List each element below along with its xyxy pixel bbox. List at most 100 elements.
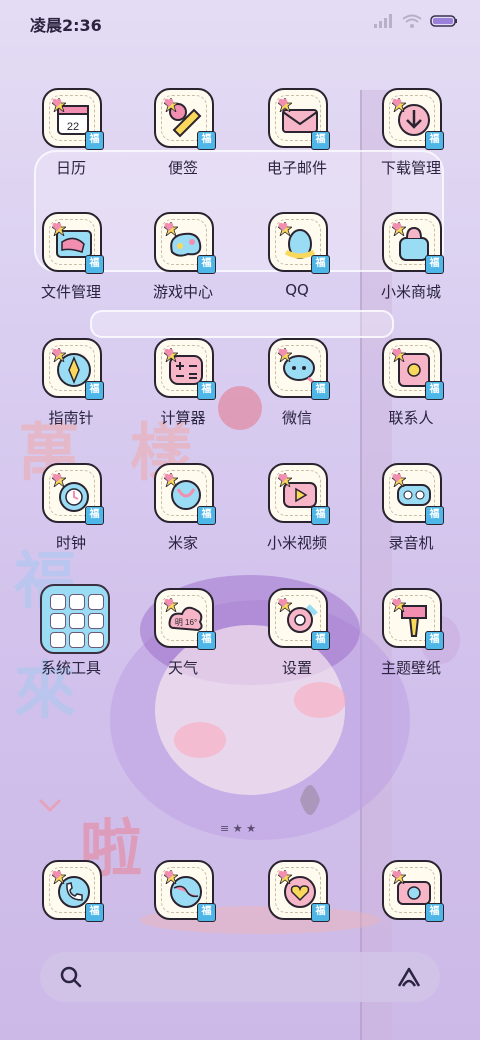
app-tile: 福 (268, 88, 330, 150)
app-label: 录音机 (388, 534, 434, 552)
app-label: 天气 (167, 659, 198, 677)
heart-decoration (392, 598, 401, 607)
wallpaper-bar (90, 310, 394, 338)
app-label: 微信 (281, 409, 312, 427)
fu-badge: 福 (85, 131, 104, 150)
heart-decoration (52, 473, 61, 482)
app-notes-pencil[interactable]: 福便签 (138, 84, 228, 196)
heart-decoration (278, 222, 287, 231)
heart-decoration (164, 98, 173, 107)
app-tile: 福 (382, 463, 444, 525)
folder-app-thumbnail (50, 594, 66, 610)
app-label: 下载管理 (380, 159, 441, 177)
weather-text: 明 16° (175, 618, 197, 627)
app-tile: 福 (268, 463, 330, 525)
heart-decoration (164, 870, 173, 879)
page-indicator[interactable]: ≡ ★ ★ (220, 822, 256, 835)
fu-badge: 福 (197, 903, 216, 922)
app-contacts[interactable]: 福联系人 (366, 334, 456, 446)
search-bar[interactable] (40, 952, 440, 1002)
app-label: 电子邮件 (266, 159, 327, 177)
app-qq-penguin[interactable]: 福 QQ (252, 208, 342, 320)
assistant-icon[interactable] (396, 966, 422, 988)
fu-badge: 福 (197, 506, 216, 525)
heart-decoration (392, 870, 401, 879)
app-tile: 福 (268, 338, 330, 400)
app-tile: 福 (42, 463, 104, 525)
fu-badge: 福 (85, 903, 104, 922)
fu-badge: 福 (425, 381, 444, 400)
app-label: 指南针 (48, 409, 94, 427)
app-tile: 福 (268, 212, 330, 274)
heart-decoration (278, 473, 287, 482)
heart-decoration (52, 222, 61, 231)
app-label: 小米商城 (380, 283, 441, 301)
app-label: 计算器 (160, 409, 206, 427)
app-tile: 福 (382, 212, 444, 274)
app-tile: 福 (42, 860, 104, 922)
fu-badge: 福 (425, 255, 444, 274)
app-label: 设置 (281, 659, 312, 677)
fu-badge: 福 (311, 903, 330, 922)
app-alarm-clock[interactable]: 福时钟 (26, 459, 116, 571)
heart-decoration (164, 222, 173, 231)
app-theme-brush[interactable]: 福主题壁纸 (366, 584, 456, 696)
app-label: 主题壁纸 (380, 659, 441, 677)
signal-icon (374, 14, 392, 28)
app-settings-gear[interactable]: 福设置 (252, 584, 342, 696)
app-folder[interactable]: 系统工具 (26, 584, 116, 696)
heart-decoration (392, 473, 401, 482)
app-label: 游戏中心 (152, 283, 213, 301)
dock: 福福福福 (0, 856, 480, 936)
status-time: 凌晨2:36 (30, 16, 102, 35)
app-mijia[interactable]: 福米家 (138, 459, 228, 571)
app-video-play[interactable]: 福小米视频 (252, 459, 342, 571)
app-file-manager[interactable]: 福文件管理 (26, 208, 116, 320)
app-tile: 福 (42, 212, 104, 274)
folder-app-thumbnail (69, 632, 85, 648)
app-label: 便签 (167, 159, 198, 177)
status-icons (374, 14, 458, 28)
app-tile: 福 (42, 338, 104, 400)
heart-decoration (52, 870, 61, 879)
app-recorder[interactable]: 福录音机 (366, 459, 456, 571)
fu-badge: 福 (311, 631, 330, 650)
app-label: 系统工具 (40, 659, 101, 677)
fu-badge: 福 (425, 506, 444, 525)
app-game-center[interactable]: 福游戏中心 (138, 208, 228, 320)
app-compass[interactable]: 福指南针 (26, 334, 116, 446)
app-tile: 福 (154, 88, 216, 150)
folder-app-thumbnail (88, 613, 104, 629)
fu-badge: 福 (311, 131, 330, 150)
app-calendar[interactable]: 22 福日历 (26, 84, 116, 196)
fu-badge: 福 (425, 903, 444, 922)
fu-badge: 福 (197, 131, 216, 150)
app-shopping-bag[interactable]: 福小米商城 (366, 208, 456, 320)
app-tile: 福 (268, 860, 330, 922)
heart-decoration (164, 598, 173, 607)
search-icon (60, 966, 82, 988)
fu-badge: 福 (425, 131, 444, 150)
wifi-icon (402, 14, 422, 28)
app-label: 联系人 (388, 409, 434, 427)
app-label: 米家 (167, 534, 198, 552)
folder-icon (40, 584, 110, 654)
app-download[interactable]: 福下载管理 (366, 84, 456, 196)
fu-badge: 福 (85, 506, 104, 525)
app-tile: 福 (268, 588, 330, 650)
app-weather-cloud[interactable]: 明 16° 福天气 (138, 584, 228, 696)
heart-decoration (278, 348, 287, 357)
app-calculator[interactable]: 福计算器 (138, 334, 228, 446)
app-email-envelope[interactable]: 福电子邮件 (252, 84, 342, 196)
app-tile: 福 (382, 860, 444, 922)
app-label: 时钟 (55, 534, 86, 552)
fu-badge: 福 (197, 255, 216, 274)
battery-icon (430, 15, 457, 27)
app-wechat[interactable]: 福微信 (252, 334, 342, 446)
app-label: 文件管理 (40, 283, 101, 301)
folder-app-thumbnail (88, 594, 104, 610)
heart-decoration (392, 348, 401, 357)
app-tile: 福 (154, 212, 216, 274)
app-tile: 福 (382, 88, 444, 150)
heart-decoration (392, 98, 401, 107)
